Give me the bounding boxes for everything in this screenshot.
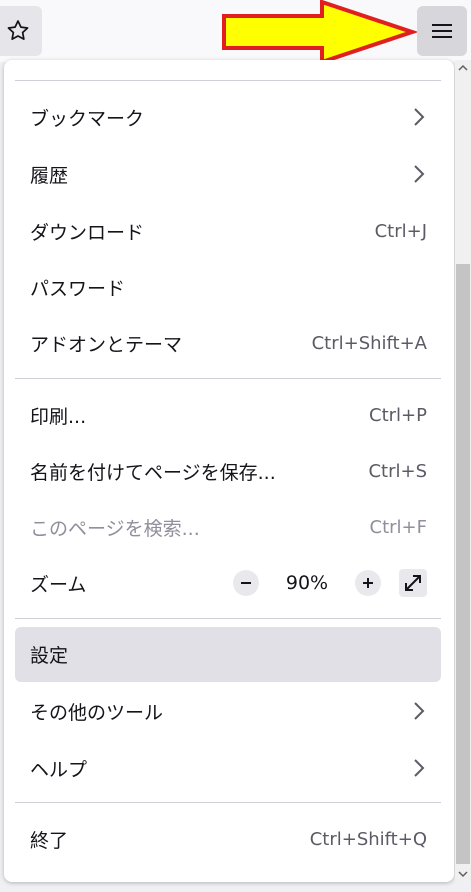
bookmark-star-button[interactable] — [0, 6, 42, 56]
menu-item-label: パスワード — [30, 277, 126, 300]
scroll-down-arrow-icon[interactable] — [455, 866, 471, 882]
zoom-controls: 90% — [233, 569, 427, 597]
divider — [15, 378, 441, 379]
menu-item-label: 印刷... — [30, 405, 87, 428]
scrollbar[interactable] — [455, 60, 471, 882]
menu-item-bookmarks[interactable]: ブックマーク — [15, 91, 441, 143]
menu-item-label: ヘルプ — [30, 758, 88, 781]
star-icon — [7, 20, 29, 40]
app-menu-panel: ブックマーク 履歴 ダウンロード Ctrl+J パスワード アドオンとテーマ C… — [4, 60, 454, 882]
pointer-arrow-annotation — [222, 0, 417, 64]
zoom-in-button[interactable] — [355, 570, 381, 596]
chevron-right-icon — [411, 756, 427, 780]
menu-item-label: その他のツール — [30, 701, 164, 724]
menu-item-label: 名前を付けてページを保存... — [30, 461, 276, 484]
menu-item-label: 履歴 — [30, 164, 69, 187]
chevron-right-icon — [411, 105, 427, 129]
menu-item-quit[interactable]: 終了 Ctrl+Shift+Q — [15, 813, 441, 865]
divider — [15, 618, 441, 619]
menu-item-downloads[interactable]: ダウンロード Ctrl+J — [15, 205, 441, 257]
toolbar — [0, 0, 471, 64]
scrollbar-thumb[interactable] — [456, 264, 470, 864]
menu-item-zoom: ズーム 90% — [15, 557, 441, 609]
fullscreen-button[interactable] — [399, 569, 427, 597]
menu-item-label: アドオンとテーマ — [30, 333, 183, 356]
menu-item-settings[interactable]: 設定 — [15, 627, 441, 682]
shortcut-text: Ctrl+Shift+Q — [309, 828, 427, 850]
shortcut-text: Ctrl+J — [374, 220, 427, 242]
zoom-out-button[interactable] — [233, 570, 259, 596]
menu-item-label: 設定 — [30, 645, 69, 667]
menu-item-save-page[interactable]: 名前を付けてページを保存... Ctrl+S — [15, 445, 441, 497]
plus-icon — [363, 578, 373, 588]
minus-icon — [241, 582, 251, 584]
menu-item-passwords[interactable]: パスワード — [15, 261, 441, 313]
chevron-right-icon — [411, 699, 427, 723]
shortcut-text: Ctrl+S — [368, 460, 427, 482]
divider — [15, 80, 441, 81]
menu-item-more-tools[interactable]: その他のツール — [15, 685, 441, 737]
menu-item-addons[interactable]: アドオンとテーマ Ctrl+Shift+A — [15, 317, 441, 369]
zoom-level-button[interactable]: 90% — [259, 572, 355, 594]
fullscreen-icon — [405, 575, 421, 591]
menu-item-label: このページを検索... — [30, 517, 200, 540]
menu-item-print[interactable]: 印刷... Ctrl+P — [15, 389, 441, 441]
menu-item-label: ダウンロード — [30, 221, 145, 244]
menu-item-find-in-page[interactable]: このページを検索... Ctrl+F — [15, 501, 441, 553]
menu-item-label: ブックマーク — [30, 107, 145, 130]
menu-item-help[interactable]: ヘルプ — [15, 742, 441, 794]
shortcut-text: Ctrl+Shift+A — [311, 332, 427, 354]
shortcut-text: Ctrl+P — [369, 404, 427, 426]
menu-item-history[interactable]: 履歴 — [15, 148, 441, 200]
app-menu-button[interactable] — [417, 6, 467, 56]
hamburger-icon — [432, 24, 452, 38]
scroll-up-arrow-icon[interactable] — [455, 60, 471, 76]
divider — [15, 802, 441, 803]
shortcut-text: Ctrl+F — [369, 516, 427, 538]
zoom-label: ズーム — [30, 573, 87, 596]
chevron-right-icon — [411, 162, 427, 186]
menu-item-label: 終了 — [30, 829, 69, 852]
